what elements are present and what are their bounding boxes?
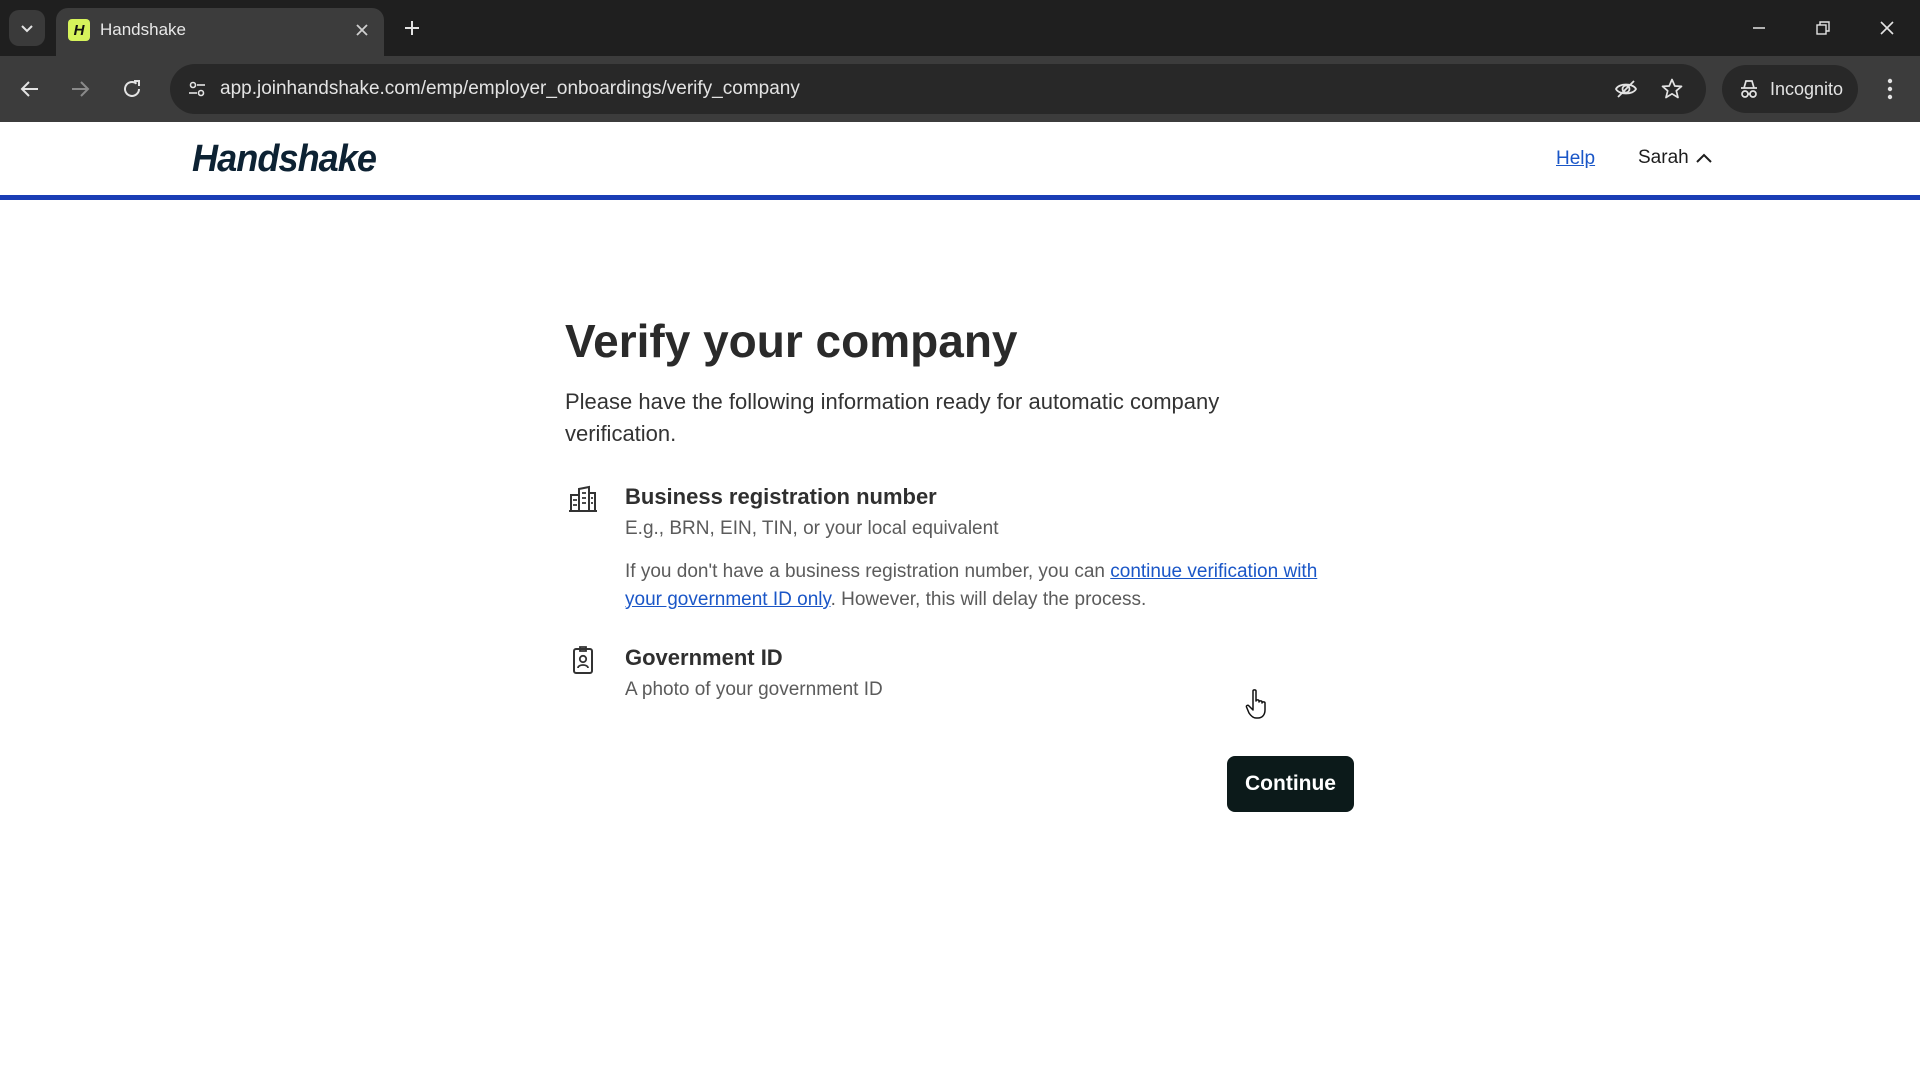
id-badge-icon [573, 646, 593, 674]
plus-icon [405, 21, 419, 35]
back-button[interactable] [10, 69, 50, 109]
user-menu[interactable]: Sarah [1638, 147, 1713, 169]
intro-text: Please have the following information re… [565, 389, 1220, 446]
requirement-business-registration: Business registration number E.g., BRN, … [565, 483, 1355, 614]
requirement-title: Business registration number [625, 484, 937, 509]
close-icon [356, 24, 368, 36]
arrow-right-icon [72, 81, 90, 97]
building-icon [569, 485, 597, 512]
url-text[interactable]: app.joinhandshake.com/emp/employer_onboa… [220, 78, 800, 100]
tracking-protection-button[interactable] [1612, 75, 1640, 103]
chevron-up-icon [1695, 153, 1712, 163]
new-tab-button[interactable] [396, 12, 428, 44]
bookmark-button[interactable] [1658, 75, 1686, 103]
star-icon [1661, 78, 1683, 99]
more-vert-icon [1887, 78, 1893, 100]
tab-close-button[interactable] [350, 18, 374, 42]
tab-title: Handshake [100, 20, 187, 39]
handshake-favicon-icon: H [68, 19, 90, 41]
incognito-badge[interactable]: Incognito [1722, 65, 1858, 113]
incognito-label: Incognito [1770, 78, 1844, 99]
verify-content: Verify your company Please have the foll… [565, 314, 1355, 702]
close-window-button[interactable] [1864, 8, 1910, 48]
note-prefix: If you don't have a business registratio… [625, 561, 1111, 582]
minimize-button[interactable] [1736, 8, 1782, 48]
browser-titlebar: H Handshake [0, 0, 1920, 56]
eye-off-icon [1614, 80, 1638, 98]
tune-icon [189, 81, 205, 97]
reload-button[interactable] [112, 69, 152, 109]
page: Handshake Help Sarah Verify your company… [0, 122, 1920, 1080]
minimize-icon [1753, 27, 1765, 29]
restore-button[interactable] [1800, 8, 1846, 48]
note-suffix: . However, this will delay the process. [830, 589, 1147, 610]
handshake-logo[interactable]: Handshake [192, 138, 377, 181]
browser-toolbar: app.joinhandshake.com/emp/employer_onboa… [0, 56, 1920, 122]
continue-button[interactable]: Continue [1227, 756, 1354, 812]
browser-menu-button[interactable] [1872, 70, 1908, 108]
browser-tab[interactable]: H Handshake [56, 8, 384, 56]
site-info-button[interactable] [184, 76, 210, 102]
close-icon [1880, 21, 1894, 35]
hand-cursor-icon [1245, 689, 1266, 719]
site-header: Handshake Help Sarah [0, 122, 1920, 200]
address-bar[interactable]: app.joinhandshake.com/emp/employer_onboa… [170, 64, 1706, 114]
help-link[interactable]: Help [1556, 148, 1595, 170]
requirement-note: If you don't have a business registratio… [625, 558, 1345, 614]
page-title: Verify your company [565, 315, 1018, 367]
reload-icon [124, 80, 140, 97]
requirement-government-id: Government ID A photo of your government… [565, 644, 1355, 702]
requirement-description: E.g., BRN, EIN, TIN, or your local equiv… [625, 518, 999, 539]
incognito-icon [1741, 80, 1757, 98]
chevron-down-icon [21, 25, 33, 33]
forward-button[interactable] [60, 69, 100, 109]
tab-search-button[interactable] [9, 10, 45, 46]
user-name: Sarah [1638, 147, 1689, 168]
arrow-left-icon [20, 81, 38, 97]
restore-icon [1816, 21, 1830, 35]
requirement-title: Government ID [625, 645, 783, 670]
